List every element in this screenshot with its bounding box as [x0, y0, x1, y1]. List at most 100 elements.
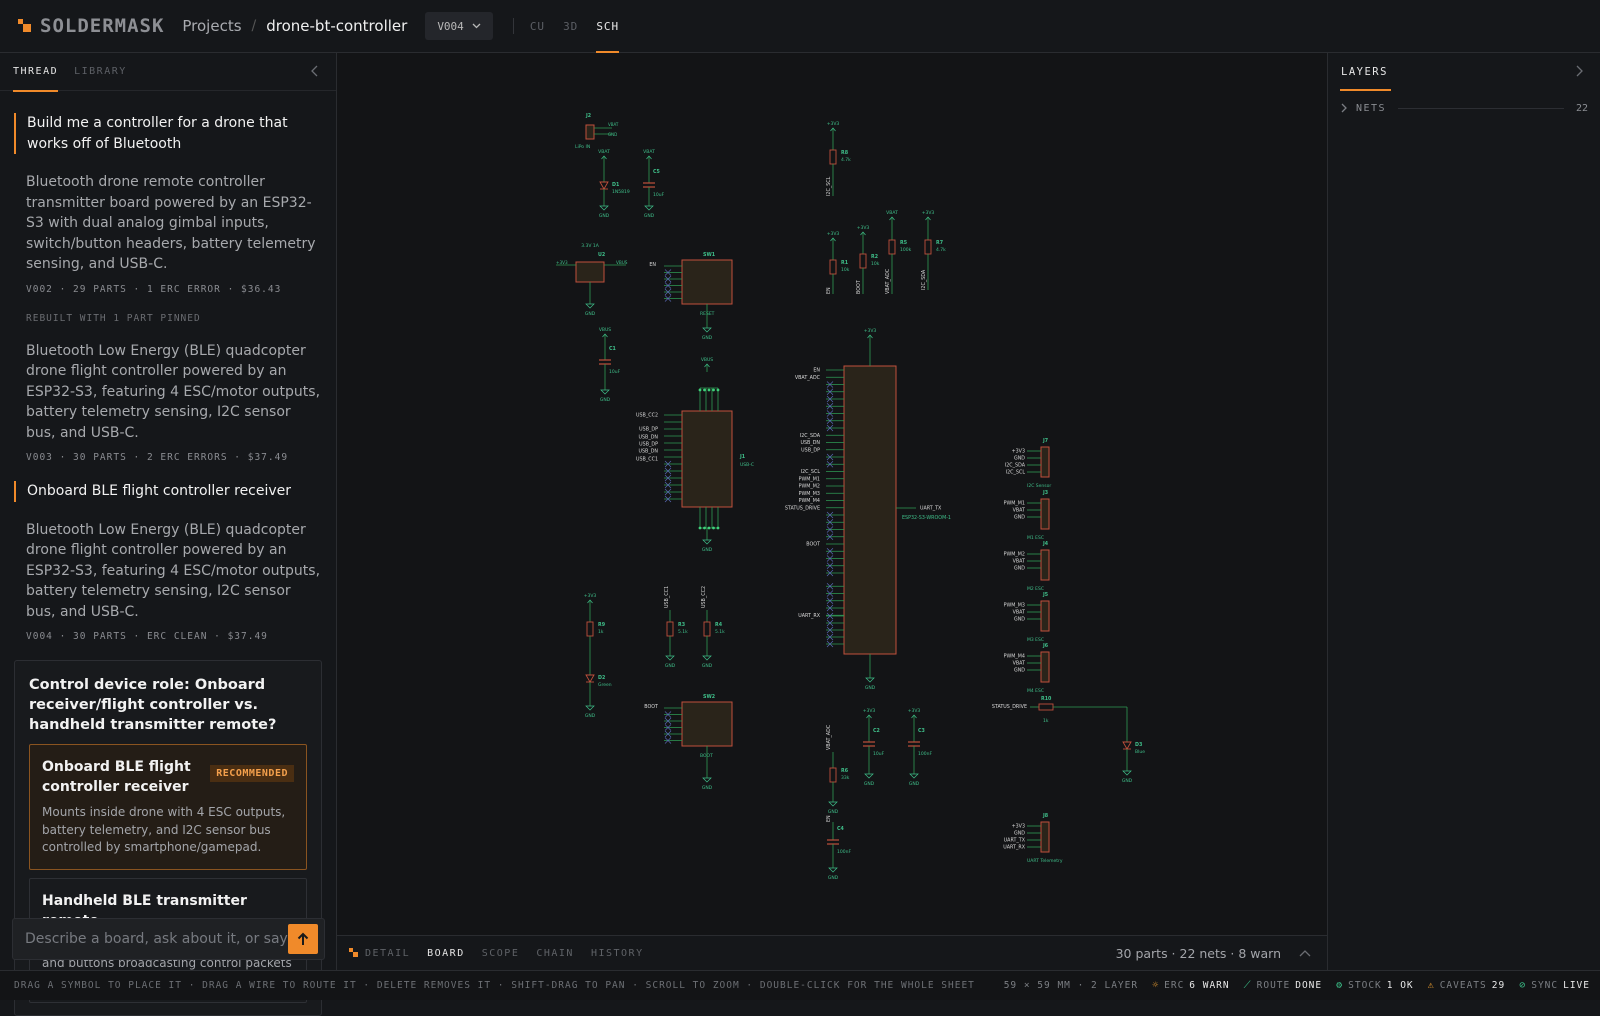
- net-label: UART_TX: [1004, 838, 1026, 844]
- nets-group[interactable]: NETS 22: [1328, 98, 1600, 118]
- net-label: VBUS: [616, 260, 628, 265]
- schematic-sheet[interactable]: J2LiPo INVBATGNDVBATD11N5819GNDVBATC510u…: [337, 53, 1327, 935]
- assistant-message: Bluetooth Low Energy (BLE) quadcopter dr…: [26, 521, 321, 620]
- sync-status[interactable]: ⊘ SYNC LIVE: [1519, 980, 1590, 991]
- divider: [512, 18, 514, 34]
- chevron-down-icon: [472, 23, 481, 29]
- version-dropdown[interactable]: V004: [425, 12, 493, 40]
- ground-label: GND: [865, 685, 876, 691]
- mcu-net-label: PWM_M1: [799, 476, 820, 482]
- power-label: +3V3: [864, 328, 877, 334]
- connector-body: [1040, 549, 1050, 581]
- resistor-symbol: [1038, 703, 1054, 711]
- collapse-right-icon[interactable]: [1574, 64, 1584, 78]
- breadcrumb-projects[interactable]: Projects: [182, 17, 241, 35]
- assistant-message: Bluetooth Low Energy (BLE) quadcopter dr…: [26, 342, 321, 441]
- net-label: +3V3: [1012, 449, 1025, 455]
- ground-symbol: [600, 389, 610, 395]
- version-meta[interactable]: V002 · 29 PARTS · 1 ERC ERROR · $36.43: [14, 284, 322, 295]
- stock-value: 1 OK: [1386, 980, 1414, 991]
- route-status[interactable]: ⟋ ROUTE DONE: [1244, 980, 1323, 991]
- tab-layers[interactable]: LAYERS: [1340, 53, 1391, 91]
- junction-dot: [707, 388, 711, 392]
- tab-3d[interactable]: 3D: [563, 0, 578, 53]
- assistant-message: Bluetooth drone remote controller transm…: [26, 174, 316, 272]
- net-label: USB_DP: [639, 442, 658, 448]
- erc-value: 6 WARN: [1189, 980, 1230, 991]
- diode-ref: D3: [1135, 742, 1142, 748]
- logo[interactable]: SOLDERMASK: [18, 15, 164, 37]
- tab-library[interactable]: LIBRARY: [74, 53, 127, 91]
- power-label: VBUS: [599, 327, 611, 333]
- board-size: 59 × 59 MM · 2 LAYER: [1004, 980, 1138, 991]
- junction-dot: [707, 526, 711, 530]
- connector-body: [1040, 446, 1050, 478]
- connector-ref: J5: [1042, 592, 1048, 598]
- net-label: USB_CC1: [636, 457, 658, 463]
- prompt-input[interactable]: [13, 931, 288, 947]
- tab-history[interactable]: HISTORY: [591, 948, 644, 959]
- switch-body: [681, 259, 733, 305]
- capacitor-value: 100nF: [837, 849, 851, 855]
- junction-dot: [716, 526, 720, 530]
- capacitor-ref: C4: [837, 826, 845, 832]
- mcu-net-label: STATUS_DRIVE: [785, 505, 820, 511]
- layers-panel: LAYERS NETS 22: [1327, 53, 1600, 970]
- chevron-up-icon[interactable]: [1299, 949, 1311, 957]
- left-panel-tabs: THREAD LIBRARY: [0, 53, 336, 92]
- send-button[interactable]: [288, 924, 318, 954]
- resistor-symbol: [829, 259, 837, 275]
- tab-detail[interactable]: DETAIL: [365, 948, 410, 959]
- net-label: I2C_SDA: [1005, 463, 1026, 469]
- resistor-value: 100k: [900, 247, 912, 253]
- ground-label: GND: [599, 213, 610, 219]
- capacitor-value: 100nF: [918, 751, 932, 757]
- mcu-net-label: I2C_SCL: [801, 469, 821, 475]
- caveats-status[interactable]: ⚠ CAVEATS 29: [1428, 980, 1506, 991]
- connector-ref: J7: [1042, 438, 1048, 444]
- net-label: VBAT_ADC: [826, 724, 832, 750]
- diode-ref: D2: [598, 675, 605, 681]
- net-label: BOOT: [856, 280, 862, 294]
- tab-sch[interactable]: SCH: [596, 0, 620, 53]
- breadcrumb-project-name[interactable]: drone-bt-controller: [266, 17, 407, 35]
- connector-ref: J6: [1042, 643, 1049, 649]
- resistor-ref: R5: [900, 240, 907, 246]
- connector-body: [1040, 600, 1050, 632]
- power-label: VBUS: [701, 357, 713, 363]
- net-label: GND: [1014, 617, 1025, 623]
- resistor-ref: R10: [1041, 696, 1052, 702]
- status-bar: DRAG A SYMBOL TO PLACE IT · DRAG A WIRE …: [0, 970, 1600, 1000]
- net-label: PWM_M2: [1004, 552, 1025, 558]
- tab-chain[interactable]: CHAIN: [536, 948, 574, 959]
- option-onboard-receiver[interactable]: Onboard BLE flight controller receiver R…: [29, 744, 307, 870]
- connector-ref: J8: [1042, 813, 1049, 819]
- stock-status[interactable]: ⚙ STOCK 1 OK: [1336, 980, 1414, 991]
- tab-thread[interactable]: THREAD: [13, 53, 59, 92]
- schematic-canvas[interactable]: J2 LiPo IN VBAT GND VBAT D1 1N5819 GND VBAT C5 10u…: [337, 53, 1327, 935]
- resistor-symbol: [859, 253, 867, 269]
- ground-symbol: [702, 539, 712, 545]
- net-label: USB_CC1: [664, 586, 670, 608]
- breadcrumb-separator: /: [251, 18, 257, 34]
- resistor-ref: R1: [841, 260, 848, 266]
- power-label: +3V3: [908, 708, 921, 714]
- version-meta[interactable]: V004 · 30 PARTS · ERC CLEAN · $37.49: [14, 631, 322, 642]
- user-message: Build me a controller for a drone that w…: [14, 113, 322, 154]
- ground-symbol: [702, 655, 712, 661]
- capacitor-ref: C2: [873, 728, 880, 734]
- capacitor-value: 10uF: [609, 369, 621, 375]
- ground-symbol: [864, 773, 874, 779]
- collapse-left-icon[interactable]: [310, 64, 320, 78]
- resistor-value: 1k: [1043, 718, 1049, 724]
- power-label: +3V3: [857, 225, 870, 231]
- erc-status[interactable]: ☼ ERC 6 WARN: [1152, 980, 1230, 991]
- resistor-value: 4.7k: [936, 247, 946, 253]
- ground-symbol: [585, 705, 595, 711]
- tab-cu[interactable]: CU: [530, 0, 545, 53]
- thread-note: REBUILT WITH 1 PART PINNED: [26, 312, 201, 324]
- resistor-ref: R8: [841, 150, 849, 156]
- tab-board[interactable]: BOARD: [427, 948, 465, 959]
- tab-scope[interactable]: SCOPE: [482, 948, 520, 959]
- version-meta[interactable]: V003 · 30 PARTS · 2 ERC ERRORS · $37.49: [14, 452, 322, 463]
